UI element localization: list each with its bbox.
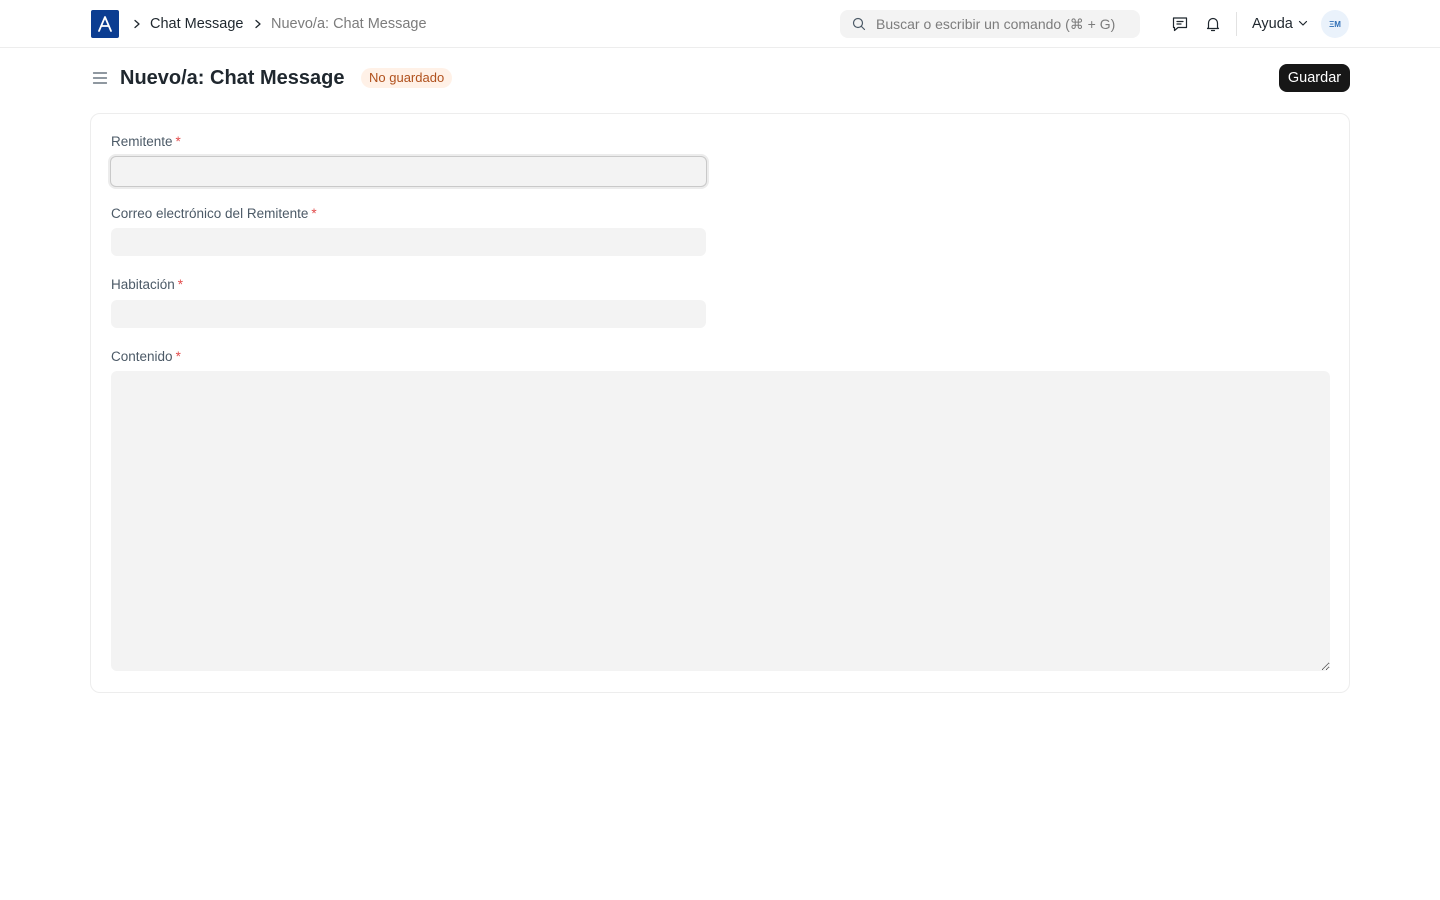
page-title: Nuevo/a: Chat Message	[120, 67, 345, 89]
chevron-right-icon	[130, 17, 144, 31]
remitente-input[interactable]	[110, 156, 707, 187]
required-marker: *	[175, 349, 181, 364]
field-label-habitacion: Habitación *	[111, 277, 184, 292]
chat-icon[interactable]	[1170, 14, 1190, 34]
breadcrumb-doctype[interactable]: Chat Message	[150, 15, 244, 33]
logo-icon	[98, 16, 112, 32]
search-icon	[852, 17, 866, 31]
search-bar[interactable]	[840, 10, 1140, 38]
field-label-remitente: Remitente *	[111, 134, 181, 149]
app-logo[interactable]	[91, 10, 119, 38]
bell-icon[interactable]	[1203, 14, 1223, 34]
required-marker: *	[177, 277, 184, 292]
chevron-right-icon	[251, 17, 265, 31]
status-badge: No guardado	[361, 68, 453, 88]
navbar: Chat Message Nuevo/a: Chat Message Ayuda…	[0, 0, 1440, 48]
help-dropdown[interactable]: Ayuda	[1252, 15, 1308, 33]
avatar[interactable]: ΞΜ	[1321, 10, 1349, 38]
required-marker: *	[311, 206, 317, 221]
form-card: Remitente * Correo electrónico del Remite…	[90, 113, 1350, 693]
avatar-initials: ΞΜ	[1329, 19, 1341, 29]
search-input[interactable]	[876, 16, 1136, 32]
navbar-divider	[1236, 12, 1237, 36]
contenido-textarea[interactable]	[111, 371, 1330, 671]
habitacion-input[interactable]	[111, 300, 706, 328]
sidebar-toggle-icon[interactable]	[92, 70, 108, 86]
required-marker: *	[175, 134, 181, 149]
field-label-contenido: Contenido *	[111, 349, 181, 364]
breadcrumb-current: Nuevo/a: Chat Message	[271, 16, 427, 32]
field-label-sender-email: Correo electrónico del Remitente *	[111, 206, 317, 221]
save-button[interactable]: Guardar	[1279, 64, 1350, 92]
help-label: Ayuda	[1252, 16, 1293, 32]
sender-email-input[interactable]	[111, 228, 706, 256]
chevron-down-icon	[1298, 15, 1308, 33]
